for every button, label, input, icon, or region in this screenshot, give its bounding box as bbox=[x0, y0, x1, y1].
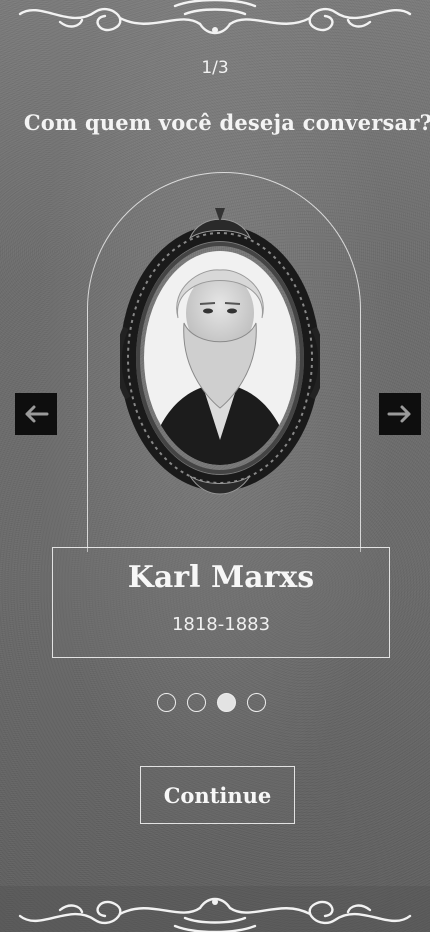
person-card: Karl Marxs 1818-1883 bbox=[52, 547, 390, 658]
bottom-ornament bbox=[0, 886, 430, 932]
step-indicator: 1/3 bbox=[201, 58, 229, 78]
next-button[interactable] bbox=[379, 393, 421, 435]
pagination-dot-1[interactable] bbox=[157, 693, 176, 712]
pagination-dot-3[interactable] bbox=[217, 693, 236, 712]
page-title: Com quem você deseja conversar? bbox=[23, 110, 430, 135]
continue-button[interactable]: Continue bbox=[140, 766, 295, 824]
pagination-dots bbox=[157, 693, 266, 712]
arrow-left-icon bbox=[25, 405, 49, 423]
arrow-right-icon bbox=[387, 405, 411, 423]
top-ornament bbox=[18, 0, 412, 35]
pagination-dot-2[interactable] bbox=[187, 693, 206, 712]
person-name: Karl Marxs bbox=[127, 560, 315, 595]
person-years: 1818-1883 bbox=[171, 614, 271, 635]
screen: 1/3 Com quem você deseja conversar? Karl… bbox=[0, 0, 430, 932]
portrait-frame bbox=[120, 208, 320, 495]
previous-button[interactable] bbox=[15, 393, 57, 435]
pagination-dot-4[interactable] bbox=[247, 693, 266, 712]
